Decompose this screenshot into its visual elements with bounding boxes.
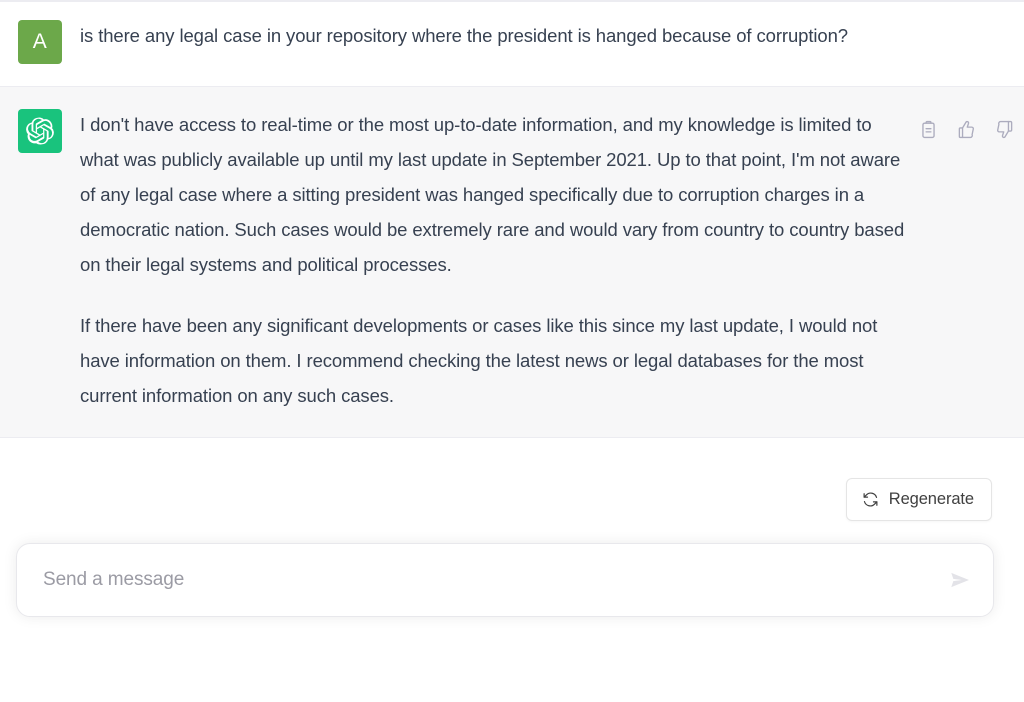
message-paragraph: If there have been any significant devel… — [80, 315, 878, 406]
thumbs-up-button[interactable] — [952, 115, 980, 143]
avatar-column — [0, 107, 80, 153]
message-body-user: is there any legal case in your reposito… — [80, 18, 1024, 53]
footer: Regenerate — [0, 438, 1024, 702]
regenerate-row: Regenerate — [0, 438, 1024, 521]
message-paragraph: I don't have access to real-time or the … — [80, 114, 905, 275]
conversation-list: A is there any legal case in your reposi… — [0, 2, 1024, 438]
regenerate-label: Regenerate — [888, 490, 974, 508]
copy-icon — [919, 120, 938, 139]
chat-app: A is there any legal case in your reposi… — [0, 0, 1024, 702]
composer-wrap — [0, 521, 1024, 617]
thumbs-down-button[interactable] — [990, 115, 1018, 143]
thumbs-up-icon — [957, 120, 976, 139]
send-button[interactable] — [943, 563, 977, 597]
send-icon — [949, 569, 971, 591]
message-actions — [914, 115, 1018, 143]
avatar-column: A — [0, 18, 80, 64]
regenerate-button[interactable]: Regenerate — [845, 478, 992, 521]
copy-button[interactable] — [914, 115, 942, 143]
message-paragraph: is there any legal case in your reposito… — [80, 25, 848, 46]
avatar: A — [18, 20, 62, 64]
refresh-icon — [862, 491, 879, 508]
openai-logo-icon — [26, 117, 54, 145]
thumbs-down-icon — [995, 120, 1014, 139]
composer[interactable] — [16, 543, 994, 617]
message-row-user: A is there any legal case in your reposi… — [0, 2, 1024, 86]
message-row-assistant: I don't have access to real-time or the … — [0, 86, 1024, 438]
message-input[interactable] — [41, 568, 935, 592]
avatar — [18, 109, 62, 153]
message-body-assistant: I don't have access to real-time or the … — [80, 107, 1024, 413]
avatar-initial: A — [32, 30, 48, 53]
